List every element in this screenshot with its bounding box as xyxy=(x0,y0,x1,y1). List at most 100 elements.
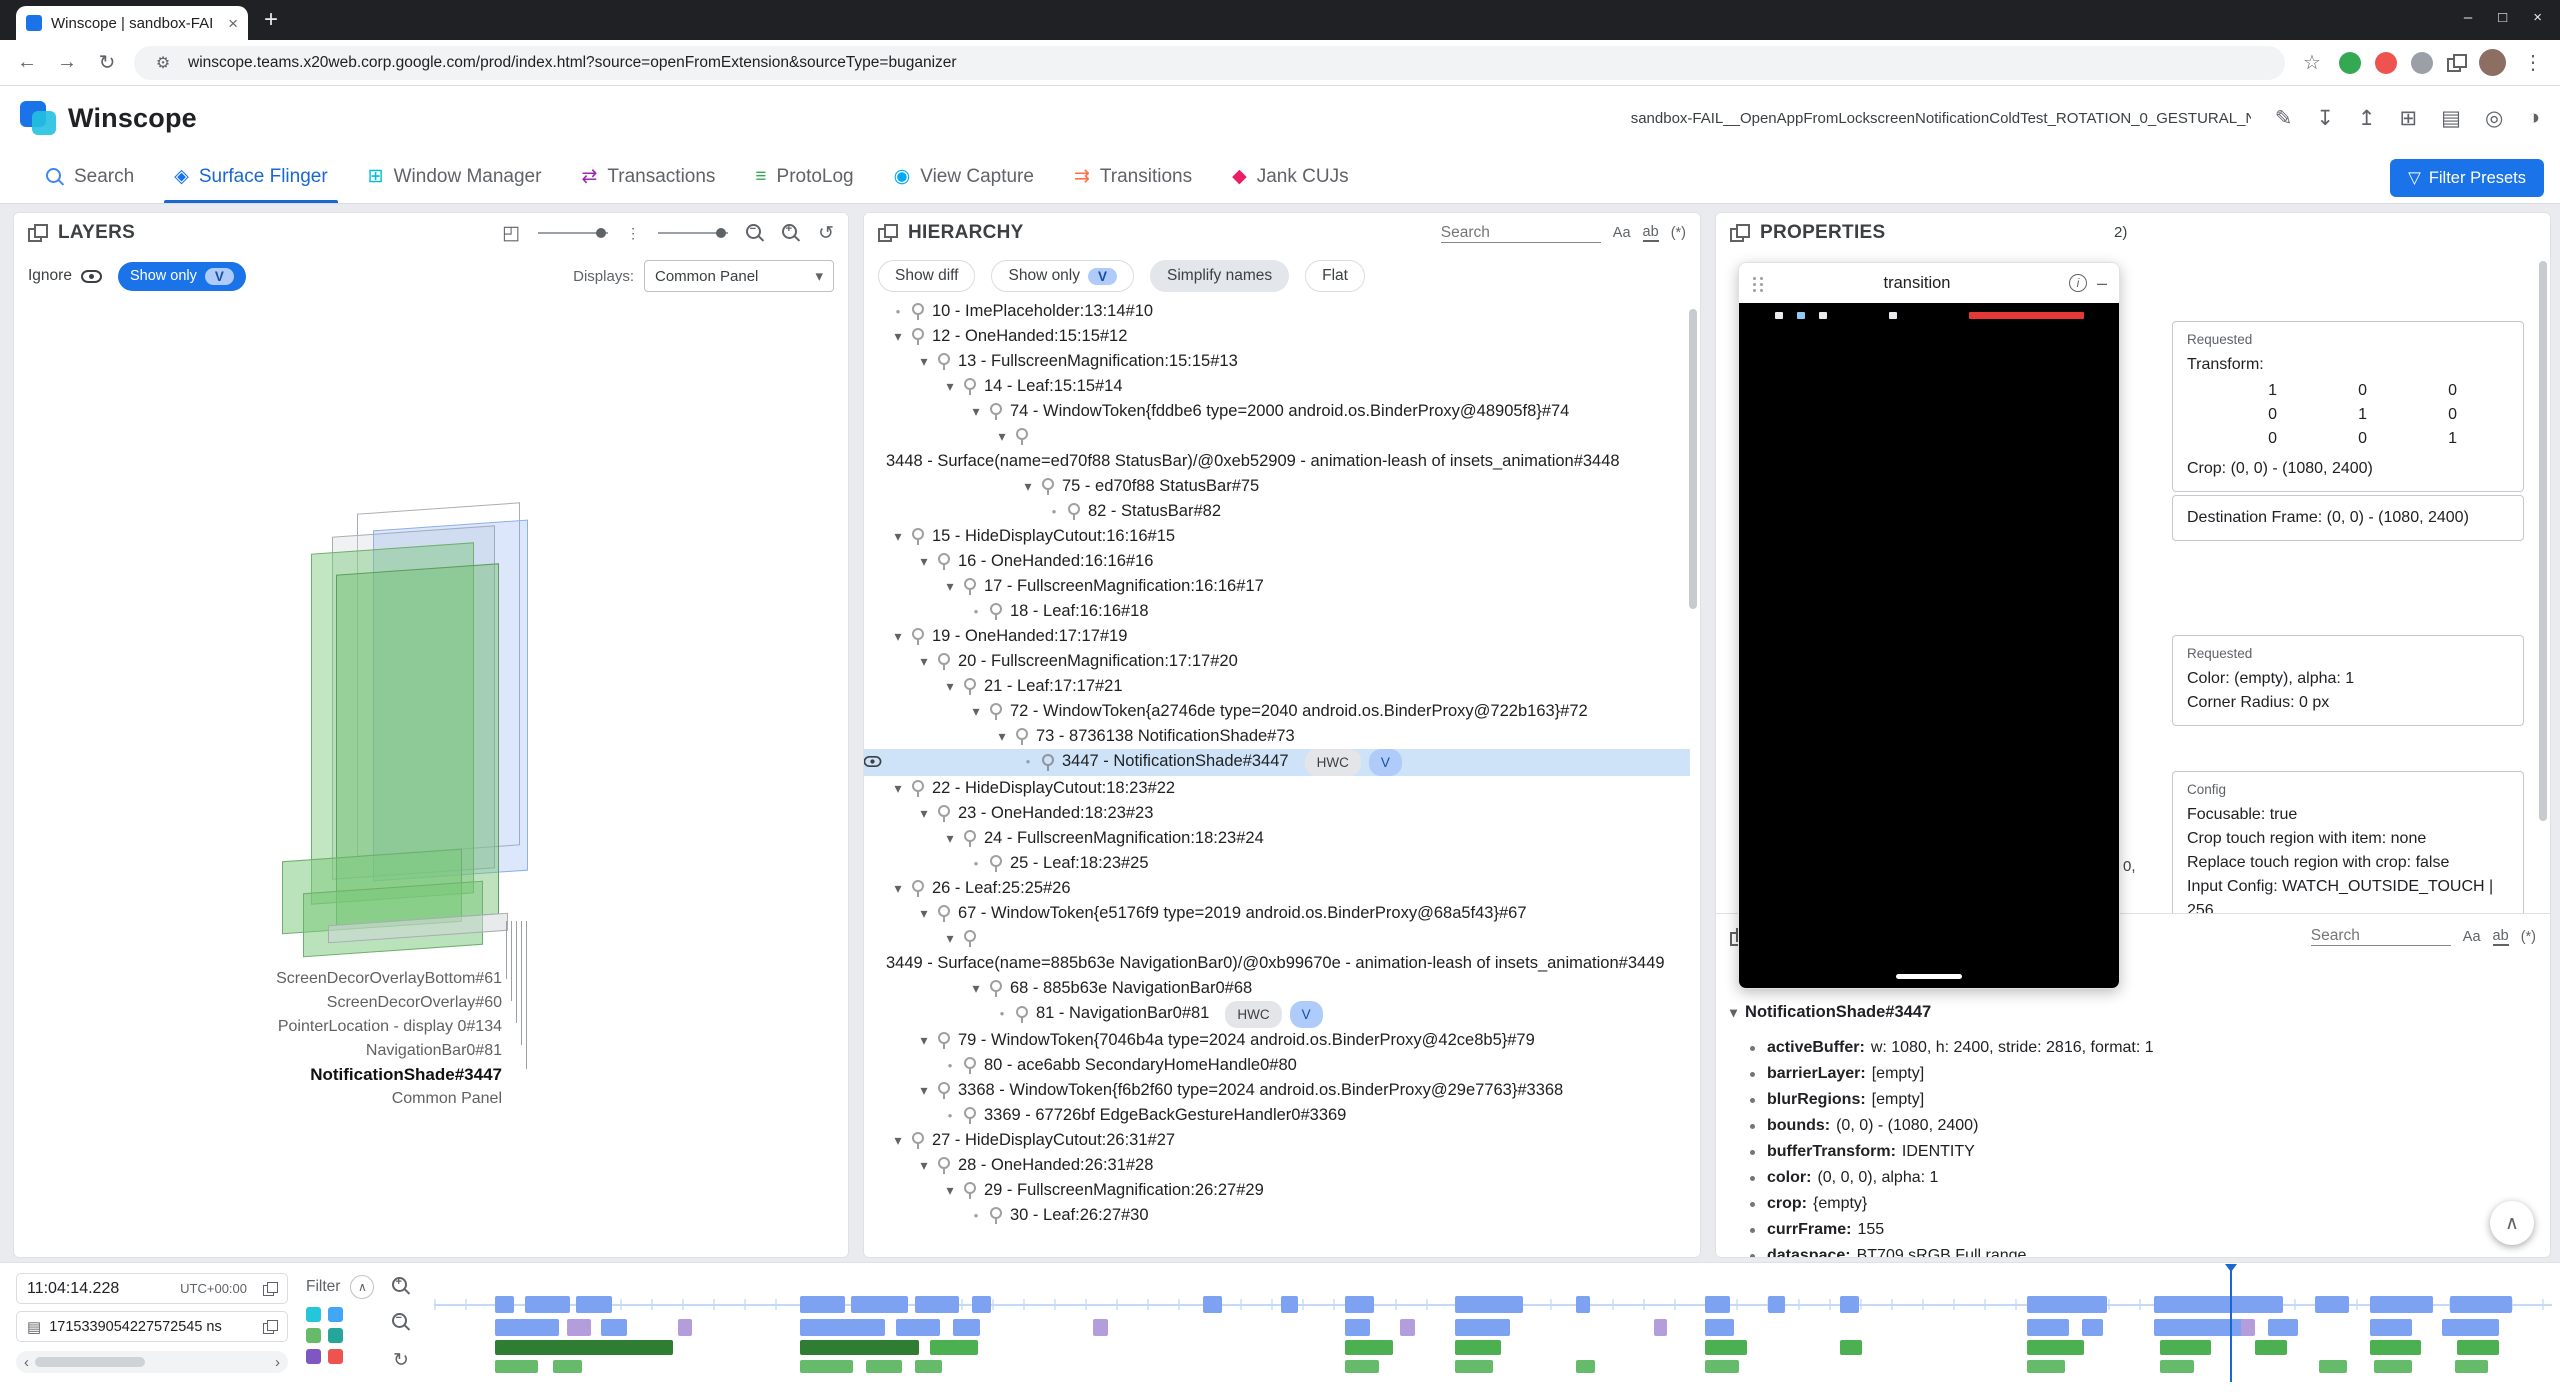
match-case-icon[interactable]: Aa xyxy=(2463,929,2481,945)
pin-icon[interactable] xyxy=(910,879,925,898)
collapse-arrow-icon[interactable]: ▾ xyxy=(886,324,910,349)
pin-icon[interactable] xyxy=(962,1056,977,1075)
trace-segment[interactable] xyxy=(2319,1360,2347,1373)
tab-view-capture[interactable]: ◉View Capture xyxy=(874,150,1054,203)
pin-icon[interactable] xyxy=(988,1206,1003,1225)
hierarchy-node[interactable]: ▾79 - WindowToken{7046b4a type=2024 andr… xyxy=(864,1028,1690,1053)
trace-segment[interactable] xyxy=(601,1319,626,1336)
trace-segment[interactable] xyxy=(2027,1296,2107,1313)
trace-segment[interactable] xyxy=(800,1319,885,1336)
edit-icon[interactable]: ✎ xyxy=(2275,106,2293,131)
trace-segment[interactable] xyxy=(915,1296,959,1313)
pin-icon[interactable] xyxy=(962,577,977,596)
layer-label[interactable]: NotificationShade#3447 xyxy=(14,1063,502,1087)
trace-segment[interactable] xyxy=(2370,1340,2421,1355)
flat-button[interactable]: Flat xyxy=(1305,260,1365,292)
hierarchy-node[interactable]: ▾20 - FullscreenMagnification:17:17#20 xyxy=(864,649,1690,674)
hierarchy-node[interactable]: ▾14 - Leaf:15:15#14 xyxy=(864,374,1690,399)
hierarchy-node[interactable]: ▾68 - 885b63e NavigationBar0#68 xyxy=(864,976,1690,1001)
download-icon[interactable]: ↧ xyxy=(2316,106,2334,131)
trace-segment[interactable] xyxy=(2370,1319,2412,1336)
hierarchy-node[interactable]: ▾15 - HideDisplayCutout:16:16#15 xyxy=(864,524,1690,549)
pin-icon[interactable] xyxy=(988,702,1003,721)
collapse-arrow-icon[interactable]: ▾ xyxy=(912,549,936,574)
panel-drag-icon[interactable] xyxy=(878,224,896,242)
pin-icon[interactable] xyxy=(988,402,1003,421)
reset-view-icon[interactable]: ↺ xyxy=(818,222,834,245)
visibility-eye-icon[interactable] xyxy=(864,756,881,767)
timeline-cursor[interactable] xyxy=(2230,1267,2232,1382)
trace-segment[interactable] xyxy=(1281,1296,1298,1313)
rotation-slider[interactable] xyxy=(538,232,608,234)
trace-segment[interactable] xyxy=(2450,1296,2511,1313)
trace-segment[interactable] xyxy=(2027,1360,2065,1373)
pin-icon[interactable] xyxy=(962,1181,977,1200)
pin-icon[interactable] xyxy=(962,829,977,848)
trace-segment[interactable] xyxy=(1203,1296,1222,1313)
selected-node-title[interactable]: ▾ NotificationShade#3447 xyxy=(1730,1003,1931,1022)
property-row[interactable]: dataspace:BT709 sRGB Full range xyxy=(1750,1243,2540,1257)
trace-segment[interactable] xyxy=(1705,1360,1739,1373)
pin-icon[interactable] xyxy=(1014,727,1029,746)
panel-drag-icon[interactable] xyxy=(1730,224,1748,242)
collapse-arrow-icon[interactable]: ▾ xyxy=(886,1128,910,1153)
pin-icon[interactable] xyxy=(1014,1005,1029,1024)
pin-icon[interactable] xyxy=(1040,477,1055,496)
hierarchy-node[interactable]: •3369 - 67726bf EdgeBackGestureHandler0#… xyxy=(864,1103,1690,1128)
collapse-arrow-icon[interactable]: ▾ xyxy=(886,876,910,901)
hierarchy-node[interactable]: ▾24 - FullscreenMagnification:18:23#24 xyxy=(864,826,1690,851)
pin-icon[interactable] xyxy=(910,1131,925,1150)
trace-segment[interactable] xyxy=(930,1340,979,1355)
hierarchy-node[interactable]: ▾26 - Leaf:25:25#26 xyxy=(864,876,1690,901)
timeline-canvas[interactable] xyxy=(434,1263,2552,1388)
pin-icon[interactable] xyxy=(988,854,1003,873)
hierarchy-node[interactable]: ▾13 - FullscreenMagnification:15:15#13 xyxy=(864,349,1690,374)
timeline-h-scrollbar[interactable]: ‹ › xyxy=(16,1351,288,1373)
hierarchy-node[interactable]: ▾75 - ed70f88 StatusBar#75 xyxy=(864,474,1690,499)
ignore-toggle[interactable]: Ignore xyxy=(28,267,102,285)
hierarchy-node[interactable]: •30 - Leaf:26:27#30 xyxy=(864,1203,1690,1228)
pin-icon[interactable] xyxy=(988,979,1003,998)
trace-segment[interactable] xyxy=(1400,1319,1415,1336)
collapse-arrow-icon[interactable]: ▾ xyxy=(938,1178,962,1203)
pin-icon[interactable] xyxy=(936,652,951,671)
trace-type-icon[interactable] xyxy=(328,1307,343,1322)
shortcuts-icon[interactable]: ⊞ xyxy=(2400,106,2418,131)
property-row[interactable]: crop:{empty} xyxy=(1750,1191,2540,1217)
trace-segment[interactable] xyxy=(1093,1319,1108,1336)
trace-segment[interactable] xyxy=(1840,1296,1859,1313)
pin-icon[interactable] xyxy=(962,1106,977,1125)
pin-icon[interactable] xyxy=(1066,502,1081,521)
tab-transactions[interactable]: ⇄Transactions xyxy=(561,150,735,203)
trace-segment[interactable] xyxy=(972,1296,991,1313)
displays-select[interactable]: Common Panel ▾ xyxy=(644,260,834,292)
pin-icon[interactable] xyxy=(962,377,977,396)
collapse-arrow-icon[interactable]: ▾ xyxy=(912,1028,936,1053)
hierarchy-search-input[interactable] xyxy=(1441,224,1601,243)
properties-scrollbar[interactable] xyxy=(2539,261,2547,821)
trace-segment[interactable] xyxy=(1455,1360,1493,1373)
pin-icon[interactable] xyxy=(962,677,977,696)
trace-type-icon[interactable] xyxy=(306,1307,321,1322)
hierarchy-node[interactable]: ▾3448 - Surface(name=ed70f88 StatusBar)/… xyxy=(864,424,1690,474)
layer-label[interactable]: Common Panel xyxy=(14,1087,502,1111)
trace-segment[interactable] xyxy=(1576,1296,1591,1313)
layer-label[interactable]: ScreenDecorOverlayBottom#61 xyxy=(14,967,502,991)
trace-segment[interactable] xyxy=(495,1360,537,1373)
collapse-timeline-icon[interactable]: ∧ xyxy=(350,1275,374,1299)
property-row[interactable]: color:(0, 0, 0), alpha: 1 xyxy=(1750,1165,2540,1191)
collapse-arrow-icon[interactable]: ▾ xyxy=(938,374,962,399)
trace-segment[interactable] xyxy=(1576,1360,1595,1373)
hierarchy-node[interactable]: ▾72 - WindowToken{a2746de type=2040 andr… xyxy=(864,699,1690,724)
window-minimize-button[interactable]: – xyxy=(2464,9,2472,26)
hierarchy-node[interactable]: •3447 - NotificationShade#3447HWCV xyxy=(864,749,1690,776)
pin-icon[interactable] xyxy=(936,552,951,571)
collapse-arrow-icon[interactable]: ▾ xyxy=(912,349,936,374)
3d-view-icon[interactable]: ◰ xyxy=(502,222,520,245)
pin-icon[interactable] xyxy=(910,302,925,321)
trace-type-icon[interactable] xyxy=(306,1328,321,1343)
tab-transitions[interactable]: ⇉Transitions xyxy=(1054,150,1212,203)
simplify-names-button[interactable]: Simplify names xyxy=(1150,260,1289,292)
bookmark-star-icon[interactable]: ☆ xyxy=(2299,50,2325,75)
hierarchy-node[interactable]: ▾12 - OneHanded:15:15#12 xyxy=(864,324,1690,349)
